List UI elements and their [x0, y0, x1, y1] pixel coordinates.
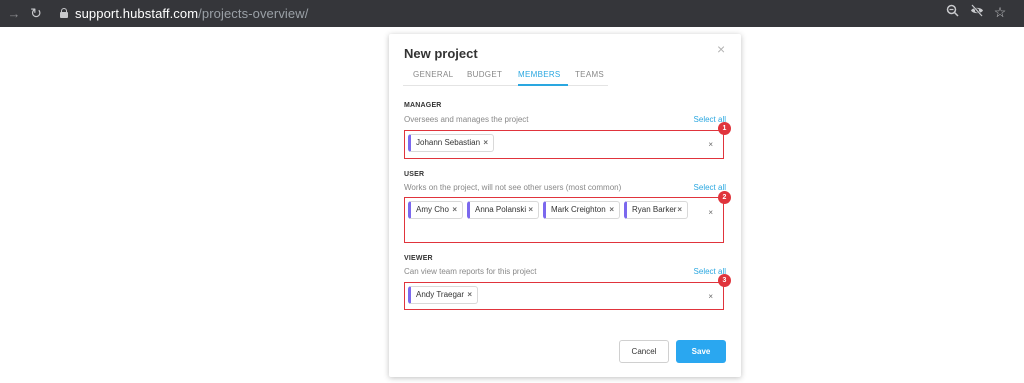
remove-chip-icon[interactable]: × [483, 135, 488, 151]
tab-teams[interactable]: TEAMS [575, 69, 604, 86]
browser-toolbar: → ↻ support.hubstaff.com/projects-overvi… [0, 0, 1024, 27]
remove-chip-icon[interactable]: × [677, 202, 682, 218]
member-chip: Anna Polanski × [467, 201, 539, 219]
tab-budget[interactable]: BUDGET [467, 69, 502, 86]
cancel-button[interactable]: Cancel [619, 340, 669, 363]
lock-icon[interactable] [60, 8, 68, 18]
member-chip: Andy Traegar × [408, 286, 478, 304]
user-member-field[interactable]: Amy Cho × Anna Polanski × Mark Creighton × … [404, 197, 724, 243]
clear-field-icon[interactable]: × [708, 140, 713, 149]
tab-members[interactable]: MEMBERS [518, 69, 568, 86]
url-path: /projects-overview/ [198, 6, 309, 21]
url-domain: support.hubstaff.com [75, 6, 199, 21]
member-name: Anna Polanski [475, 205, 527, 214]
viewer-description: Can view team reports for this project [404, 267, 537, 276]
remove-chip-icon[interactable]: × [528, 202, 533, 218]
address-bar[interactable]: support.hubstaff.com/projects-overview/ [75, 6, 308, 21]
member-chip: Ryan Barker × [624, 201, 688, 219]
modal-title: New project [404, 46, 478, 61]
member-name: Andy Traegar [416, 290, 465, 299]
tab-bar: GENERAL BUDGET MEMBERS TEAMS [403, 69, 608, 86]
clear-field-icon[interactable]: × [708, 208, 713, 217]
user-label: USER [404, 171, 425, 178]
eye-off-icon[interactable] [965, 4, 989, 20]
user-description: Works on the project, will not see other… [404, 183, 622, 192]
tab-general[interactable]: GENERAL [413, 69, 453, 86]
remove-chip-icon[interactable]: × [452, 202, 457, 218]
callout-badge-2: 2 [718, 191, 731, 204]
member-chip: Mark Creighton × [543, 201, 620, 219]
member-name: Ryan Barker [632, 205, 677, 214]
remove-chip-icon[interactable]: × [609, 202, 614, 218]
viewer-member-field[interactable]: Andy Traegar × × [404, 282, 724, 310]
new-project-modal: New project × GENERAL BUDGET MEMBERS TEA… [389, 34, 741, 377]
save-button[interactable]: Save [676, 340, 726, 363]
back-arrow-icon[interactable]: → [2, 6, 26, 21]
zoom-icon[interactable] [940, 4, 964, 20]
member-name: Mark Creighton [551, 205, 606, 214]
clear-field-icon[interactable]: × [708, 292, 713, 301]
manager-member-field[interactable]: Johann Sebastian × × [404, 130, 724, 159]
callout-badge-1: 1 [718, 122, 731, 135]
close-icon[interactable]: × [717, 41, 725, 57]
manager-label: MANAGER [404, 102, 442, 109]
star-icon[interactable]: ☆ [988, 4, 1012, 21]
member-name: Amy Cho [416, 205, 449, 214]
callout-badge-3: 3 [718, 274, 731, 287]
member-chip: Johann Sebastian × [408, 134, 494, 152]
manager-description: Oversees and manages the project [404, 115, 529, 124]
member-name: Johann Sebastian [416, 138, 481, 147]
member-chip: Amy Cho × [408, 201, 463, 219]
reload-icon[interactable]: ↻ [24, 5, 48, 22]
remove-chip-icon[interactable]: × [467, 287, 472, 303]
viewer-label: VIEWER [404, 255, 433, 262]
